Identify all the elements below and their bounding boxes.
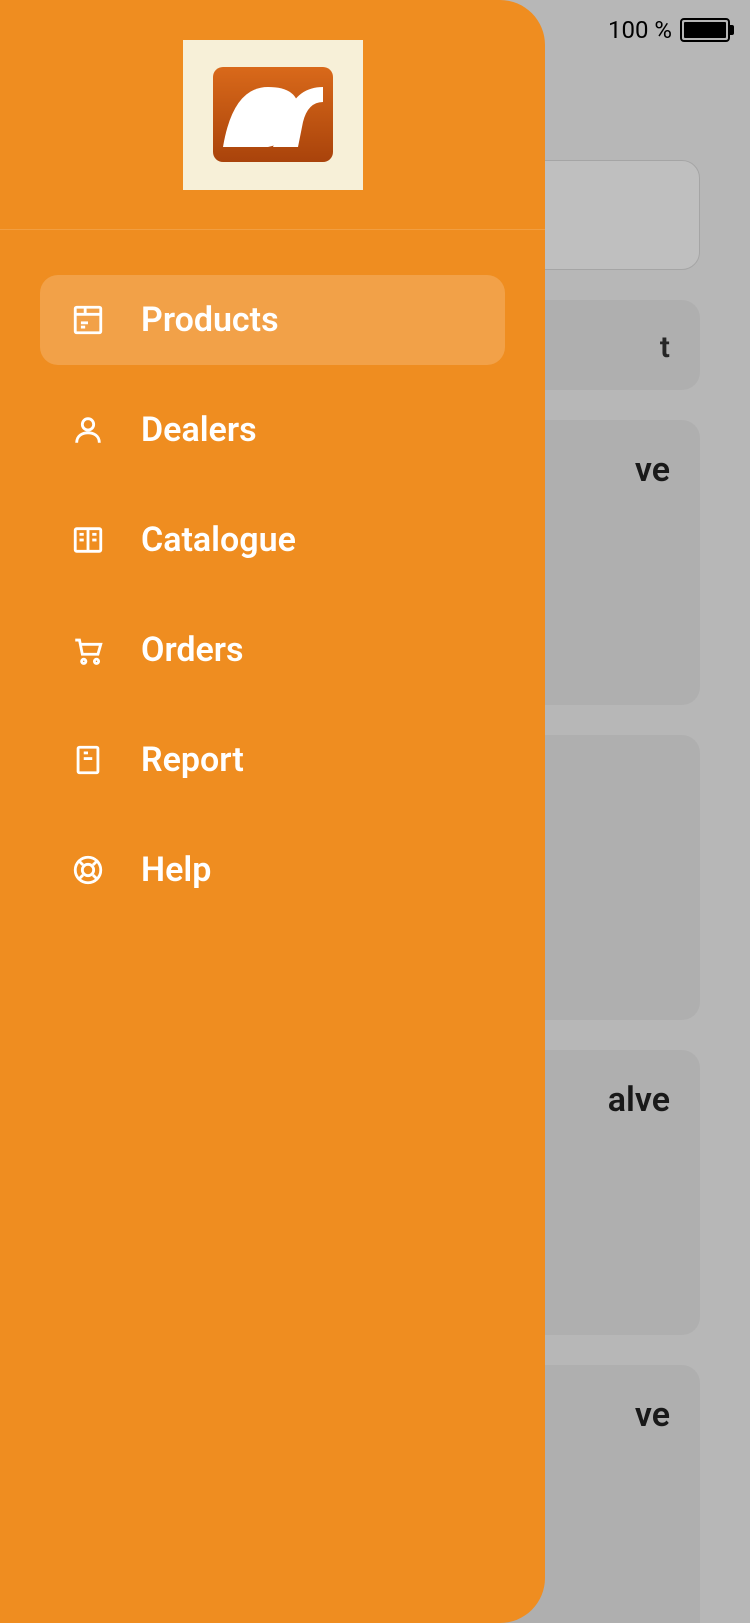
menu-label: Help xyxy=(141,850,211,890)
help-icon xyxy=(70,852,106,888)
drawer-menu: Products Dealers Catalogue Orders Report xyxy=(0,230,545,915)
menu-label: Catalogue xyxy=(141,520,296,560)
report-icon xyxy=(70,742,106,778)
cart-icon xyxy=(70,632,106,668)
drawer-header xyxy=(0,0,545,230)
menu-item-dealers[interactable]: Dealers xyxy=(40,385,505,475)
book-icon xyxy=(70,522,106,558)
menu-label: Dealers xyxy=(141,410,257,450)
menu-item-catalogue[interactable]: Catalogue xyxy=(40,495,505,585)
menu-label: Products xyxy=(141,300,279,340)
menu-item-report[interactable]: Report xyxy=(40,715,505,805)
menu-label: Orders xyxy=(141,630,244,670)
app-logo xyxy=(183,40,363,190)
menu-label: Report xyxy=(141,740,244,780)
menu-item-products[interactable]: Products xyxy=(40,275,505,365)
package-icon xyxy=(70,302,106,338)
navigation-drawer: Products Dealers Catalogue Orders Report xyxy=(0,0,545,1623)
user-icon xyxy=(70,412,106,448)
menu-item-orders[interactable]: Orders xyxy=(40,605,505,695)
menu-item-help[interactable]: Help xyxy=(40,825,505,915)
